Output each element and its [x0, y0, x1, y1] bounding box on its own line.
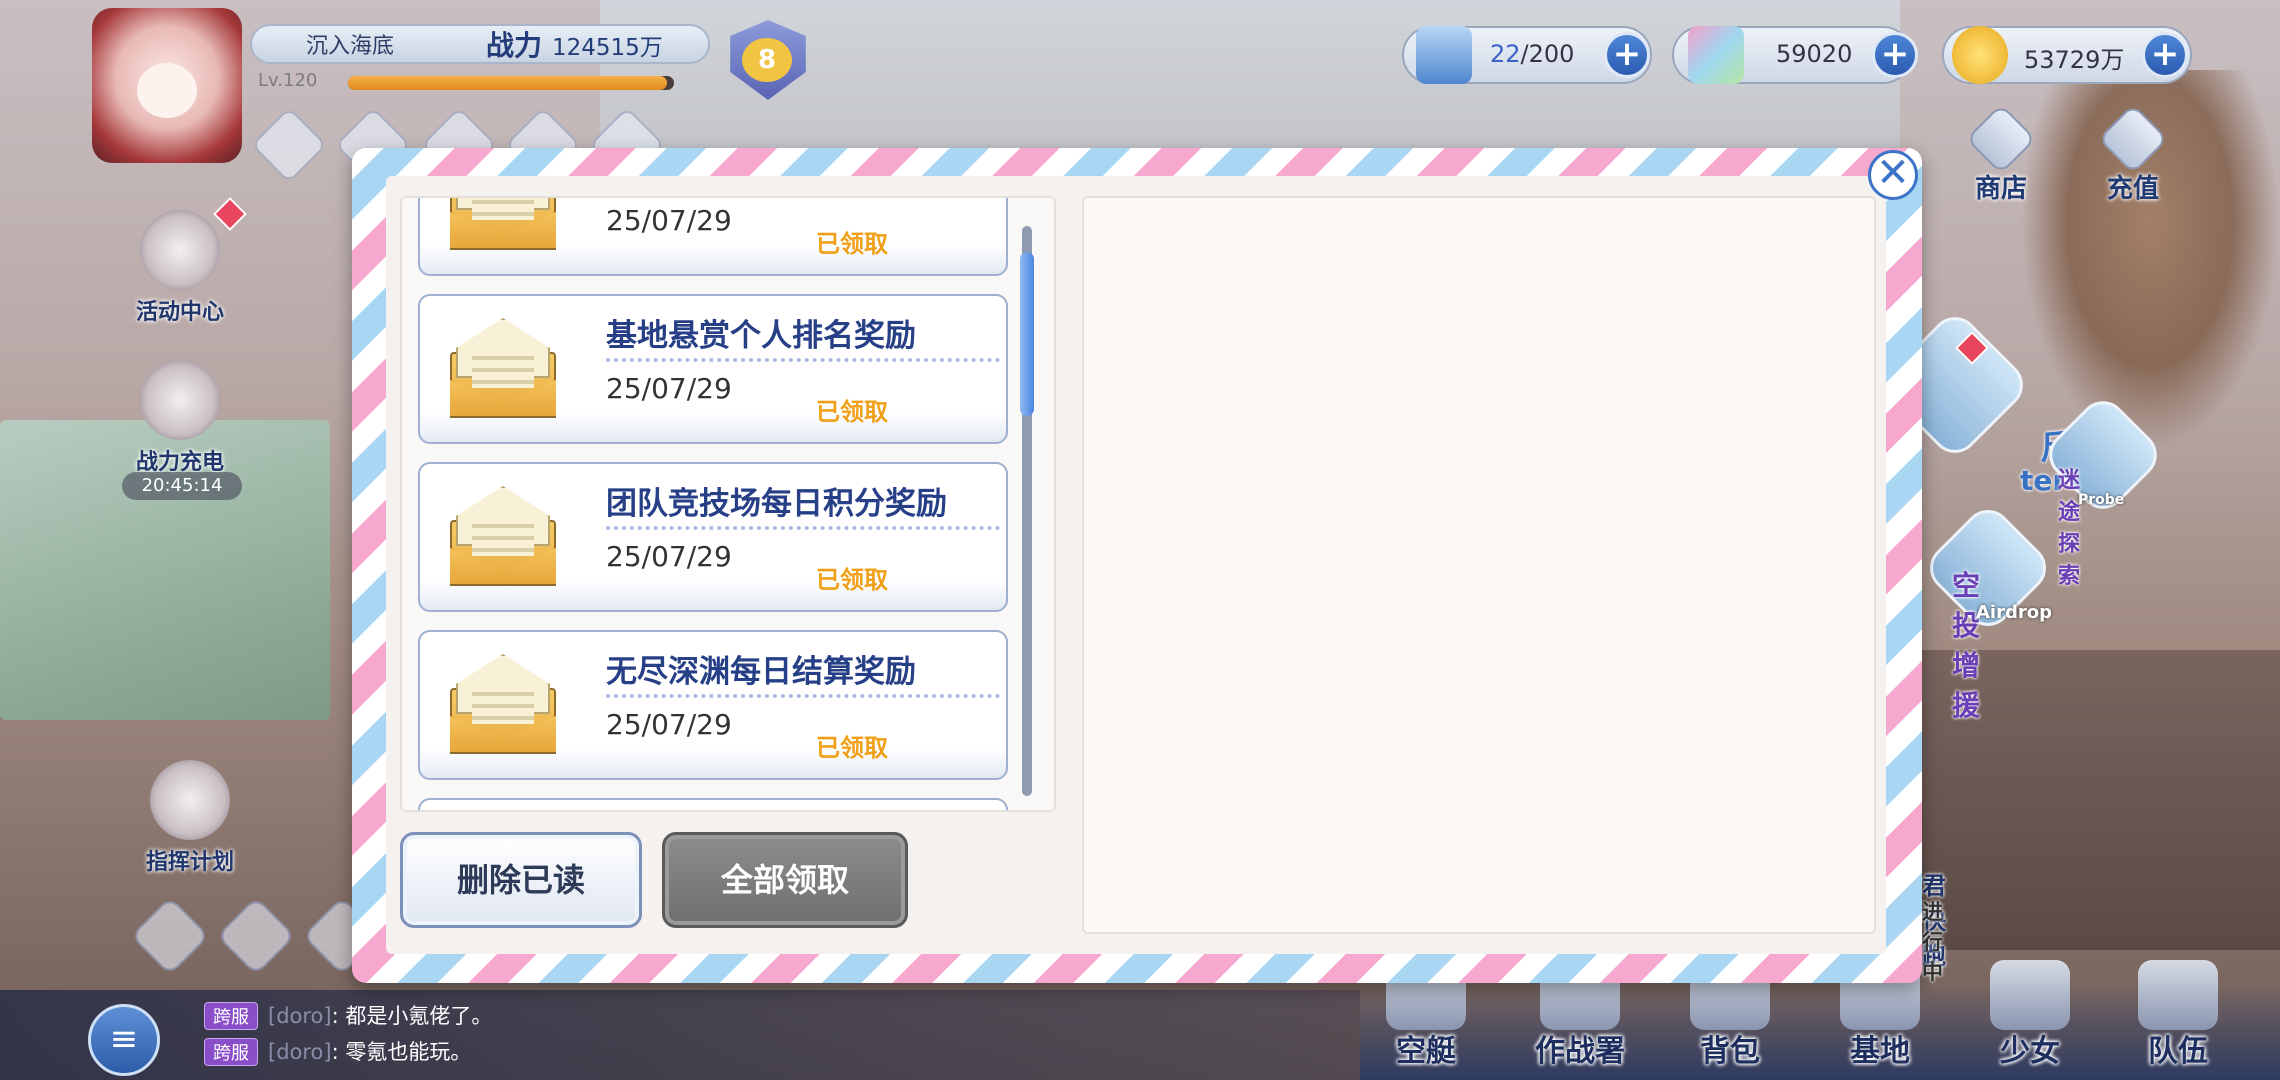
probe-sub: Probe [2078, 492, 2125, 508]
mail-status: 已领取 [816, 230, 888, 258]
shop-button[interactable]: 商店 [1956, 103, 2046, 204]
coin-plus-button[interactable]: + [2142, 32, 2188, 78]
crystal-icon [1688, 26, 1744, 84]
title-divider [606, 526, 1000, 530]
recharge-label: 充值 [2106, 174, 2159, 204]
probe-title: 迷途探索 [2058, 468, 2081, 589]
rank-number: 8 [742, 38, 792, 82]
chat-channel-tag: 跨服 [204, 1002, 258, 1030]
title-divider [606, 694, 1000, 698]
coin-value: 53729万 [2024, 46, 2125, 74]
chat-line: 跨服 [doro]: 零氪也能玩。 [204, 1036, 471, 1066]
claim-all-button[interactable]: 全部领取 [662, 832, 908, 928]
envelope-icon [450, 486, 556, 586]
player-avatar[interactable] [92, 8, 242, 163]
mail-status: 已领取 [816, 734, 888, 762]
nav-girls-label: 少女 [2000, 1034, 2060, 1069]
nav-backpack-label: 背包 [1700, 1034, 1760, 1069]
delete-read-button[interactable]: 删除已读 [400, 832, 642, 928]
player-level: Lv.120 [258, 70, 318, 91]
envelope-icon [450, 654, 556, 754]
activity-center-icon [140, 210, 220, 290]
mail-title: 无尽深渊每日结算奖励 [606, 654, 916, 690]
nav-airship-label: 空艇 [1396, 1034, 1456, 1069]
eye-icon[interactable] [130, 896, 210, 976]
mail-title: 基地悬赏个人排名奖励 [606, 318, 916, 354]
mail-icon[interactable] [250, 106, 328, 184]
nav-team-label: 队伍 [2148, 1034, 2208, 1069]
mail-status: 已领取 [816, 566, 888, 594]
chat-channel-tag: 跨服 [204, 1038, 258, 1066]
command-plan-button[interactable]: 指挥计划 [120, 760, 260, 880]
command-plan-icon [150, 760, 230, 840]
stamina-value: 22/200 [1490, 40, 1575, 68]
coin-icon [1952, 26, 2008, 84]
shop-label: 商店 [1974, 174, 2027, 204]
mail-date: 25/07/29 [606, 372, 732, 405]
chat-button[interactable]: ≡ [88, 1004, 160, 1076]
mail-title: 团队竞技场每日积分奖励 [606, 486, 947, 522]
mail-list[interactable]: 25/07/29 已领取 基地悬赏个人排名奖励 25/07/29 已领取 团队竞… [400, 196, 1056, 812]
airdrop-sub: Airdrop [1976, 602, 2052, 623]
chat-text: : 零氪也能玩。 [331, 1040, 472, 1064]
chat-line: 跨服 [doro]: 都是小氪佬了。 [204, 1000, 492, 1030]
team-icon [2138, 960, 2218, 1030]
power-charge-button[interactable]: 战力充电 [110, 360, 250, 480]
stamina-icon [1416, 26, 1472, 84]
envelope-icon [450, 198, 556, 250]
mail-item[interactable]: 25/07/29 已领取 [418, 198, 1008, 276]
mail-date: 25/07/29 [606, 708, 732, 741]
chat-user: [doro] [268, 1040, 332, 1064]
player-name: 沉入海底 [306, 34, 395, 59]
crystal-value: 59020 [1776, 40, 1853, 68]
chat-user: [doro] [268, 1004, 332, 1028]
close-icon[interactable]: ✕ [1868, 150, 1918, 200]
airdrop-title: 空投增援 [1952, 569, 1981, 722]
recharge-button[interactable]: 充值 [2088, 103, 2178, 204]
xp-bar-fill [348, 76, 668, 90]
nav-team[interactable]: 队伍 [2108, 960, 2248, 1080]
shop-icon [1965, 103, 2037, 175]
activity-center-label: 活动中心 [135, 300, 224, 325]
chat-text: : 都是小氪佬了。 [331, 1004, 493, 1028]
title-divider [606, 358, 1000, 362]
power-value: 124515万 [552, 35, 663, 61]
xp-bar [348, 76, 674, 90]
mail-detail-panel [1082, 196, 1876, 934]
power-charge-timer: 20:45:14 [122, 472, 242, 500]
nav-operations-label: 作战署 [1535, 1034, 1625, 1069]
mail-item[interactable] [418, 798, 1008, 810]
mail-date: 25/07/29 [606, 540, 732, 573]
nav-girls[interactable]: 少女 [1960, 960, 2100, 1080]
power-label: 战力 [486, 29, 543, 62]
mail-status: 已领取 [816, 398, 888, 426]
move-icon[interactable] [216, 896, 296, 976]
crystal-plus-button[interactable]: + [1872, 32, 1918, 78]
stamina-plus-button[interactable]: + [1604, 32, 1650, 78]
envelope-icon [450, 318, 556, 418]
recharge-icon [2097, 103, 2169, 175]
girls-icon [1990, 960, 2070, 1030]
command-plan-label: 指挥计划 [145, 850, 234, 875]
mail-date: 25/07/29 [606, 204, 732, 237]
power-charge-icon [140, 360, 220, 440]
mail-item[interactable]: 基地悬赏个人排名奖励 25/07/29 已领取 [418, 294, 1008, 444]
mail-item[interactable]: 团队竞技场每日积分奖励 25/07/29 已领取 [418, 462, 1008, 612]
nav-base-label: 基地 [1850, 1034, 1910, 1069]
mail-item[interactable]: 无尽深渊每日结算奖励 25/07/29 已领取 [418, 630, 1008, 780]
mail-list-scroll-thumb[interactable] [1020, 252, 1034, 416]
